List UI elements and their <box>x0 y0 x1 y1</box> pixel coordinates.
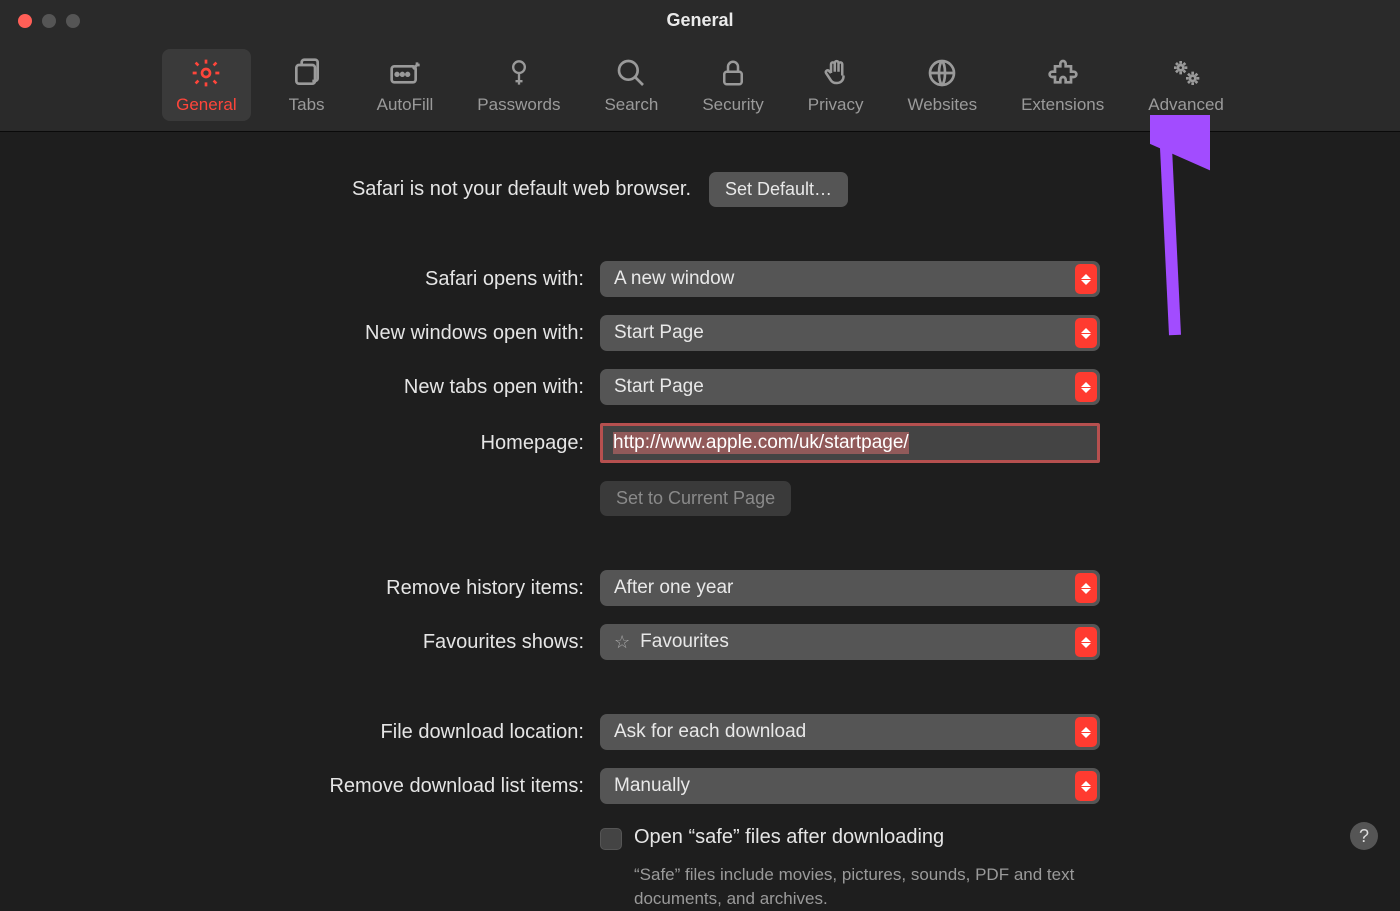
hand-icon <box>818 55 854 91</box>
safe-files-label: Open “safe” files after downloading <box>634 826 1110 849</box>
remove-downloads-select[interactable]: Manually <box>600 768 1100 804</box>
tabs-icon <box>289 55 325 91</box>
new-windows-label: New windows open with: <box>0 322 600 345</box>
puzzle-icon <box>1045 55 1081 91</box>
new-windows-value: Start Page <box>614 322 704 344</box>
set-current-page-button[interactable]: Set to Current Page <box>600 481 791 516</box>
homepage-input[interactable] <box>600 423 1100 463</box>
safe-files-checkbox[interactable] <box>600 828 622 850</box>
preferences-toolbar: General Tabs AutoFill Passwords Search <box>0 40 1400 132</box>
tab-autofill-label: AutoFill <box>377 95 434 115</box>
key-icon <box>501 55 537 91</box>
opens-with-label: Safari opens with: <box>0 268 600 291</box>
new-tabs-value: Start Page <box>614 376 704 398</box>
tab-privacy-label: Privacy <box>808 95 864 115</box>
tab-autofill[interactable]: AutoFill <box>363 49 448 121</box>
opens-with-select[interactable]: A new window <box>600 261 1100 297</box>
tab-passwords[interactable]: Passwords <box>463 49 574 121</box>
favourites-label: Favourites shows: <box>0 631 600 654</box>
new-windows-select[interactable]: Start Page <box>600 315 1100 351</box>
tab-privacy[interactable]: Privacy <box>794 49 878 121</box>
new-tabs-label: New tabs open with: <box>0 376 600 399</box>
tab-passwords-label: Passwords <box>477 95 560 115</box>
homepage-label: Homepage: <box>0 432 600 455</box>
tab-search-label: Search <box>604 95 658 115</box>
general-pane: Safari is not your default web browser. … <box>0 132 1400 911</box>
favourites-select[interactable]: ☆ Favourites <box>600 624 1100 660</box>
new-tabs-select[interactable]: Start Page <box>600 369 1100 405</box>
tab-extensions-label: Extensions <box>1021 95 1104 115</box>
remove-history-select[interactable]: After one year <box>600 570 1100 606</box>
window-controls <box>18 14 80 28</box>
download-location-label: File download location: <box>0 721 600 744</box>
help-button[interactable]: ? <box>1350 822 1378 850</box>
gear-icon <box>188 55 224 91</box>
remove-downloads-value: Manually <box>614 775 690 797</box>
download-location-select[interactable]: Ask for each download <box>600 714 1100 750</box>
tab-websites-label: Websites <box>907 95 977 115</box>
star-icon: ☆ <box>614 632 630 653</box>
minimize-window-button[interactable] <box>42 14 56 28</box>
stepper-icon <box>1075 372 1097 402</box>
stepper-icon <box>1075 573 1097 603</box>
stepper-icon <box>1075 717 1097 747</box>
tab-search[interactable]: Search <box>590 49 672 121</box>
close-window-button[interactable] <box>18 14 32 28</box>
globe-icon <box>924 55 960 91</box>
favourites-value: Favourites <box>640 631 729 653</box>
autofill-icon <box>387 55 423 91</box>
stepper-icon <box>1075 318 1097 348</box>
gears-icon <box>1168 55 1204 91</box>
tab-extensions[interactable]: Extensions <box>1007 49 1118 121</box>
tab-websites[interactable]: Websites <box>893 49 991 121</box>
default-browser-message: Safari is not your default web browser. <box>352 178 691 200</box>
tab-advanced[interactable]: Advanced <box>1134 49 1238 121</box>
download-location-value: Ask for each download <box>614 721 806 743</box>
remove-history-value: After one year <box>614 577 733 599</box>
tab-tabs-label: Tabs <box>289 95 325 115</box>
tab-general[interactable]: General <box>162 49 250 121</box>
maximize-window-button[interactable] <box>66 14 80 28</box>
stepper-icon <box>1075 627 1097 657</box>
remove-history-label: Remove history items: <box>0 577 600 600</box>
tab-security[interactable]: Security <box>688 49 777 121</box>
stepper-icon <box>1075 264 1097 294</box>
titlebar: General <box>0 0 1400 40</box>
window-title: General <box>666 10 733 31</box>
tab-tabs[interactable]: Tabs <box>267 49 347 121</box>
tab-security-label: Security <box>702 95 763 115</box>
remove-downloads-label: Remove download list items: <box>0 775 600 798</box>
safe-files-hint: “Safe” files include movies, pictures, s… <box>634 863 1110 911</box>
stepper-icon <box>1075 771 1097 801</box>
opens-with-value: A new window <box>614 268 734 290</box>
lock-icon <box>715 55 751 91</box>
tab-advanced-label: Advanced <box>1148 95 1224 115</box>
set-default-button[interactable]: Set Default… <box>709 172 848 207</box>
search-icon <box>613 55 649 91</box>
tab-general-label: General <box>176 95 236 115</box>
